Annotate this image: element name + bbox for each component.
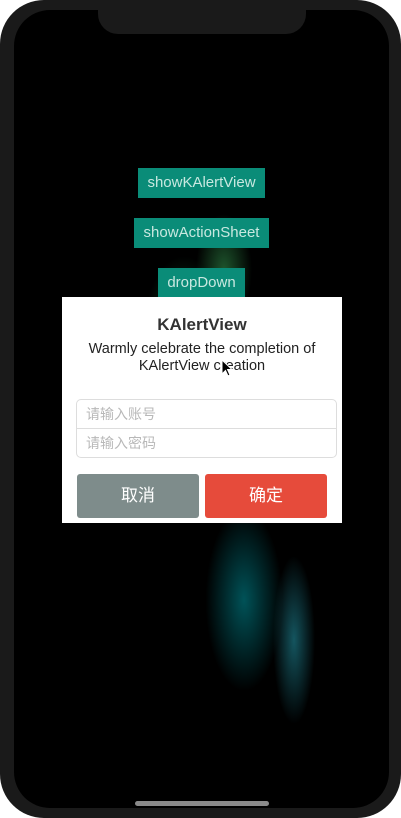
alert-message: Warmly celebrate the completion of KAler…: [88, 341, 316, 374]
app-screen: showKAlertView showActionSheet dropDown …: [14, 10, 389, 808]
mouse-pointer-icon: [221, 359, 233, 377]
confirm-button[interactable]: 确定: [205, 474, 327, 518]
device-notch: [98, 10, 306, 34]
alert-title: KAlertView: [157, 315, 247, 334]
cancel-button[interactable]: 取消: [77, 474, 199, 518]
drop-down-button[interactable]: dropDown: [158, 268, 245, 298]
phone-frame: showKAlertView showActionSheet dropDown …: [0, 0, 401, 818]
account-input[interactable]: [76, 399, 337, 429]
kalert-dialog: KAlertView Warmly celebrate the completi…: [62, 297, 342, 523]
home-indicator[interactable]: [135, 801, 269, 806]
show-kalert-view-button[interactable]: showKAlertView: [138, 168, 265, 198]
password-input[interactable]: [76, 429, 337, 458]
show-action-sheet-button[interactable]: showActionSheet: [134, 218, 269, 248]
